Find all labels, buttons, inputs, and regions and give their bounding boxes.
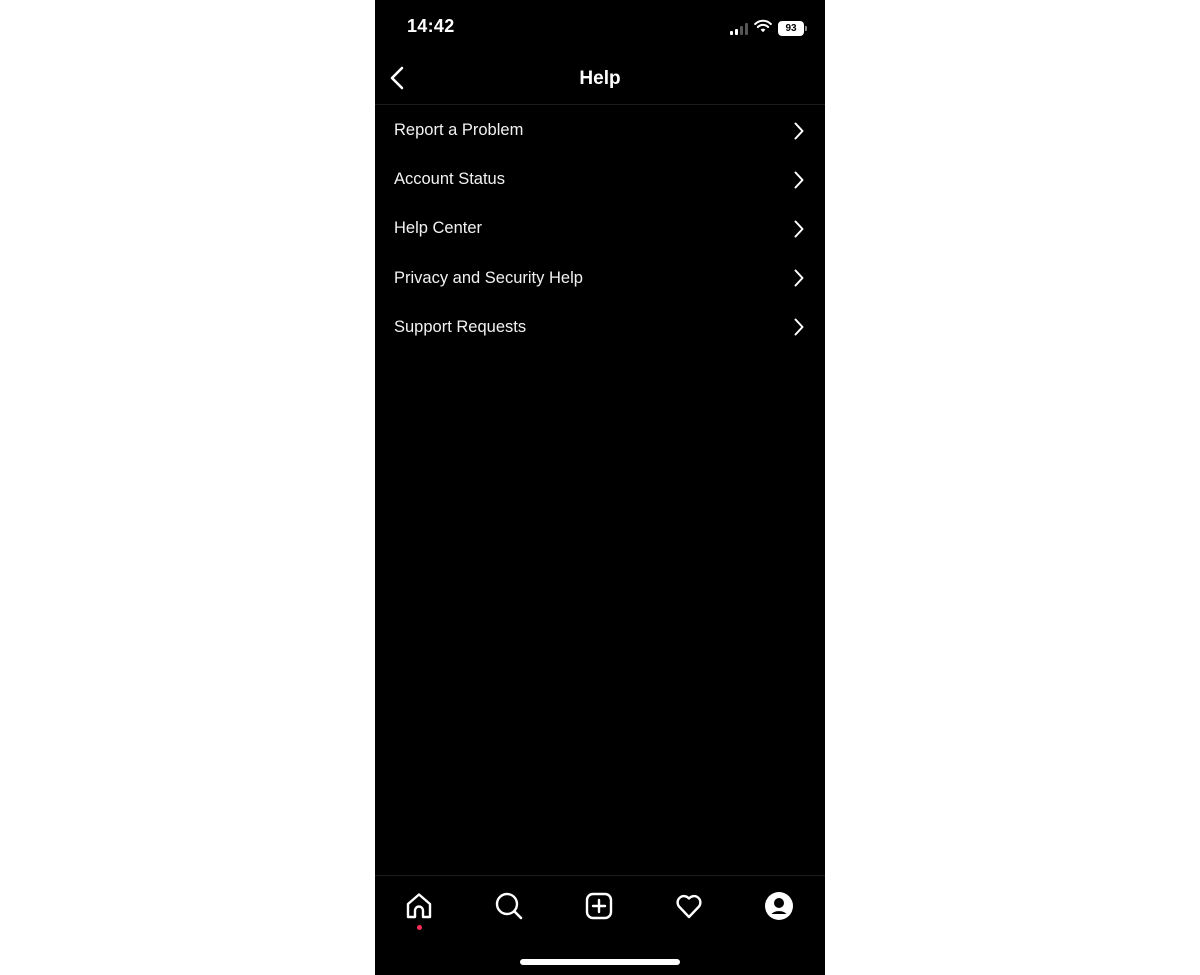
nav-header: Help bbox=[375, 54, 825, 105]
menu-item-report-a-problem[interactable]: Report a Problem bbox=[375, 106, 825, 155]
battery-icon: 93 bbox=[778, 21, 807, 36]
tab-search[interactable] bbox=[489, 888, 529, 928]
tab-activity[interactable] bbox=[669, 888, 709, 928]
menu-item-help-center[interactable]: Help Center bbox=[375, 204, 825, 253]
menu-item-label: Privacy and Security Help bbox=[394, 268, 583, 287]
menu-item-support-requests[interactable]: Support Requests bbox=[375, 303, 825, 352]
menu-item-label: Account Status bbox=[394, 170, 505, 189]
menu-item-label: Report a Problem bbox=[394, 121, 524, 140]
chevron-right-icon bbox=[792, 220, 806, 238]
profile-avatar-icon bbox=[764, 891, 794, 926]
tab-create[interactable] bbox=[579, 888, 619, 928]
tab-home[interactable] bbox=[399, 888, 439, 928]
notification-dot bbox=[417, 925, 422, 930]
chevron-right-icon bbox=[792, 269, 806, 287]
status-bar: 14:42 93 bbox=[375, 0, 825, 54]
page-title: Help bbox=[579, 68, 621, 89]
status-icons: 93 bbox=[730, 19, 807, 38]
menu-item-privacy-and-security-help[interactable]: Privacy and Security Help bbox=[375, 254, 825, 303]
menu-item-label: Support Requests bbox=[394, 317, 527, 336]
menu-item-account-status[interactable]: Account Status bbox=[375, 155, 825, 204]
status-time: 14:42 bbox=[407, 16, 455, 36]
search-icon bbox=[494, 891, 524, 926]
help-menu-list: Report a Problem Account Status Help Cen… bbox=[375, 106, 825, 352]
tab-profile[interactable] bbox=[759, 888, 799, 928]
home-icon bbox=[404, 891, 434, 926]
menu-item-label: Help Center bbox=[394, 219, 483, 238]
battery-level: 93 bbox=[778, 21, 804, 36]
chevron-right-icon bbox=[792, 171, 806, 189]
heart-icon bbox=[674, 891, 704, 926]
chevron-right-icon bbox=[792, 122, 806, 140]
signal-icon bbox=[730, 22, 748, 35]
wifi-icon bbox=[754, 19, 772, 38]
chevron-right-icon bbox=[792, 318, 806, 336]
plus-square-icon bbox=[584, 891, 614, 926]
home-indicator[interactable] bbox=[520, 959, 680, 965]
phone-screen: 14:42 93 Help Report a Problem Account S… bbox=[375, 0, 825, 975]
